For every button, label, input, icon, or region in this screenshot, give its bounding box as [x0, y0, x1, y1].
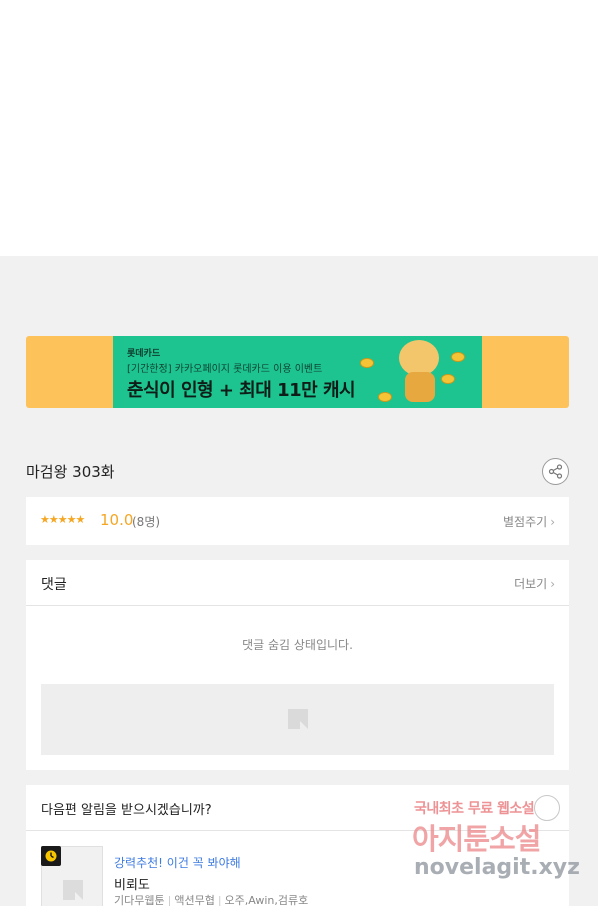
recommend-title[interactable]: 비뢰도 [114, 874, 150, 893]
ad-placeholder [41, 684, 554, 755]
recommend-meta-category: 기다무웹툰 [114, 894, 165, 906]
recommend-meta: 기다무웹툰 | 액션무협 | 오주,Awin,검류호 [114, 892, 308, 906]
rating-card: ★★★★★ 10.0 (8명) 별점주기 › [26, 497, 569, 545]
coin-icon [360, 358, 374, 368]
comments-more-link[interactable]: 더보기 › [514, 575, 555, 592]
notify-question: 다음편 알림을 받으시겠습니까? [41, 803, 212, 818]
coin-icon [451, 352, 465, 362]
meta-separator: | [167, 894, 172, 906]
notify-header: 다음편 알림을 받으시겠습니까? [26, 785, 569, 831]
notify-card: 다음편 알림을 받으시겠습니까? 강력추천! 이건 꼭 봐야해 비뢰도 기다무웹… [26, 785, 569, 906]
comments-card: 댓글 더보기 › 댓글 숨김 상태입니다. [26, 560, 569, 770]
coin-icon [378, 392, 392, 402]
promo-banner[interactable]: 롯데카드 [기간한정] 카카오페이지 롯데카드 이용 이벤트 춘식이 인형 + … [26, 336, 569, 408]
chevron-right-icon: › [550, 577, 555, 591]
coin-icon [441, 374, 455, 384]
image-placeholder-icon [63, 880, 83, 900]
recommend-meta-authors: 오주,Awin,검류호 [224, 894, 309, 906]
rate-button-label: 별점주기 [503, 515, 548, 529]
chevron-right-icon: › [550, 515, 555, 529]
rating-score: 10.0 [100, 511, 134, 529]
rating-count: (8명) [132, 515, 161, 529]
recommend-meta-genre: 액션무협 [174, 894, 215, 906]
content-area-blank [0, 0, 598, 256]
more-link-label: 더보기 [514, 577, 548, 591]
comments-header: 댓글 더보기 › [26, 560, 569, 606]
recommend-label: 강력추천! 이건 꼭 봐야해 [114, 856, 241, 870]
banner-brand: 롯데카드 [127, 349, 161, 359]
comments-title: 댓글 [41, 577, 67, 593]
clock-icon [41, 846, 61, 866]
promo-banner-center[interactable]: 롯데카드 [기간한정] 카카오페이지 롯데카드 이용 이벤트 춘식이 인형 + … [113, 336, 482, 408]
character-illustration [399, 340, 439, 376]
character-illustration-body [405, 372, 435, 402]
image-placeholder-icon [288, 709, 308, 729]
notify-toggle[interactable] [534, 795, 560, 821]
banner-subtitle: [기간한정] 카카오페이지 롯데카드 이용 이벤트 [127, 364, 323, 375]
rating-stars: ★★★★★ [40, 513, 85, 526]
meta-separator: | [217, 894, 222, 906]
rate-button[interactable]: 별점주기 › [503, 513, 555, 530]
comments-hidden-message: 댓글 숨김 상태입니다. [242, 638, 353, 652]
banner-headline: 춘식이 인형 + 최대 11만 캐시 [127, 380, 356, 401]
share-button[interactable] [542, 458, 569, 485]
episode-title: 마검왕 303화 [26, 463, 115, 481]
share-icon [548, 464, 563, 479]
